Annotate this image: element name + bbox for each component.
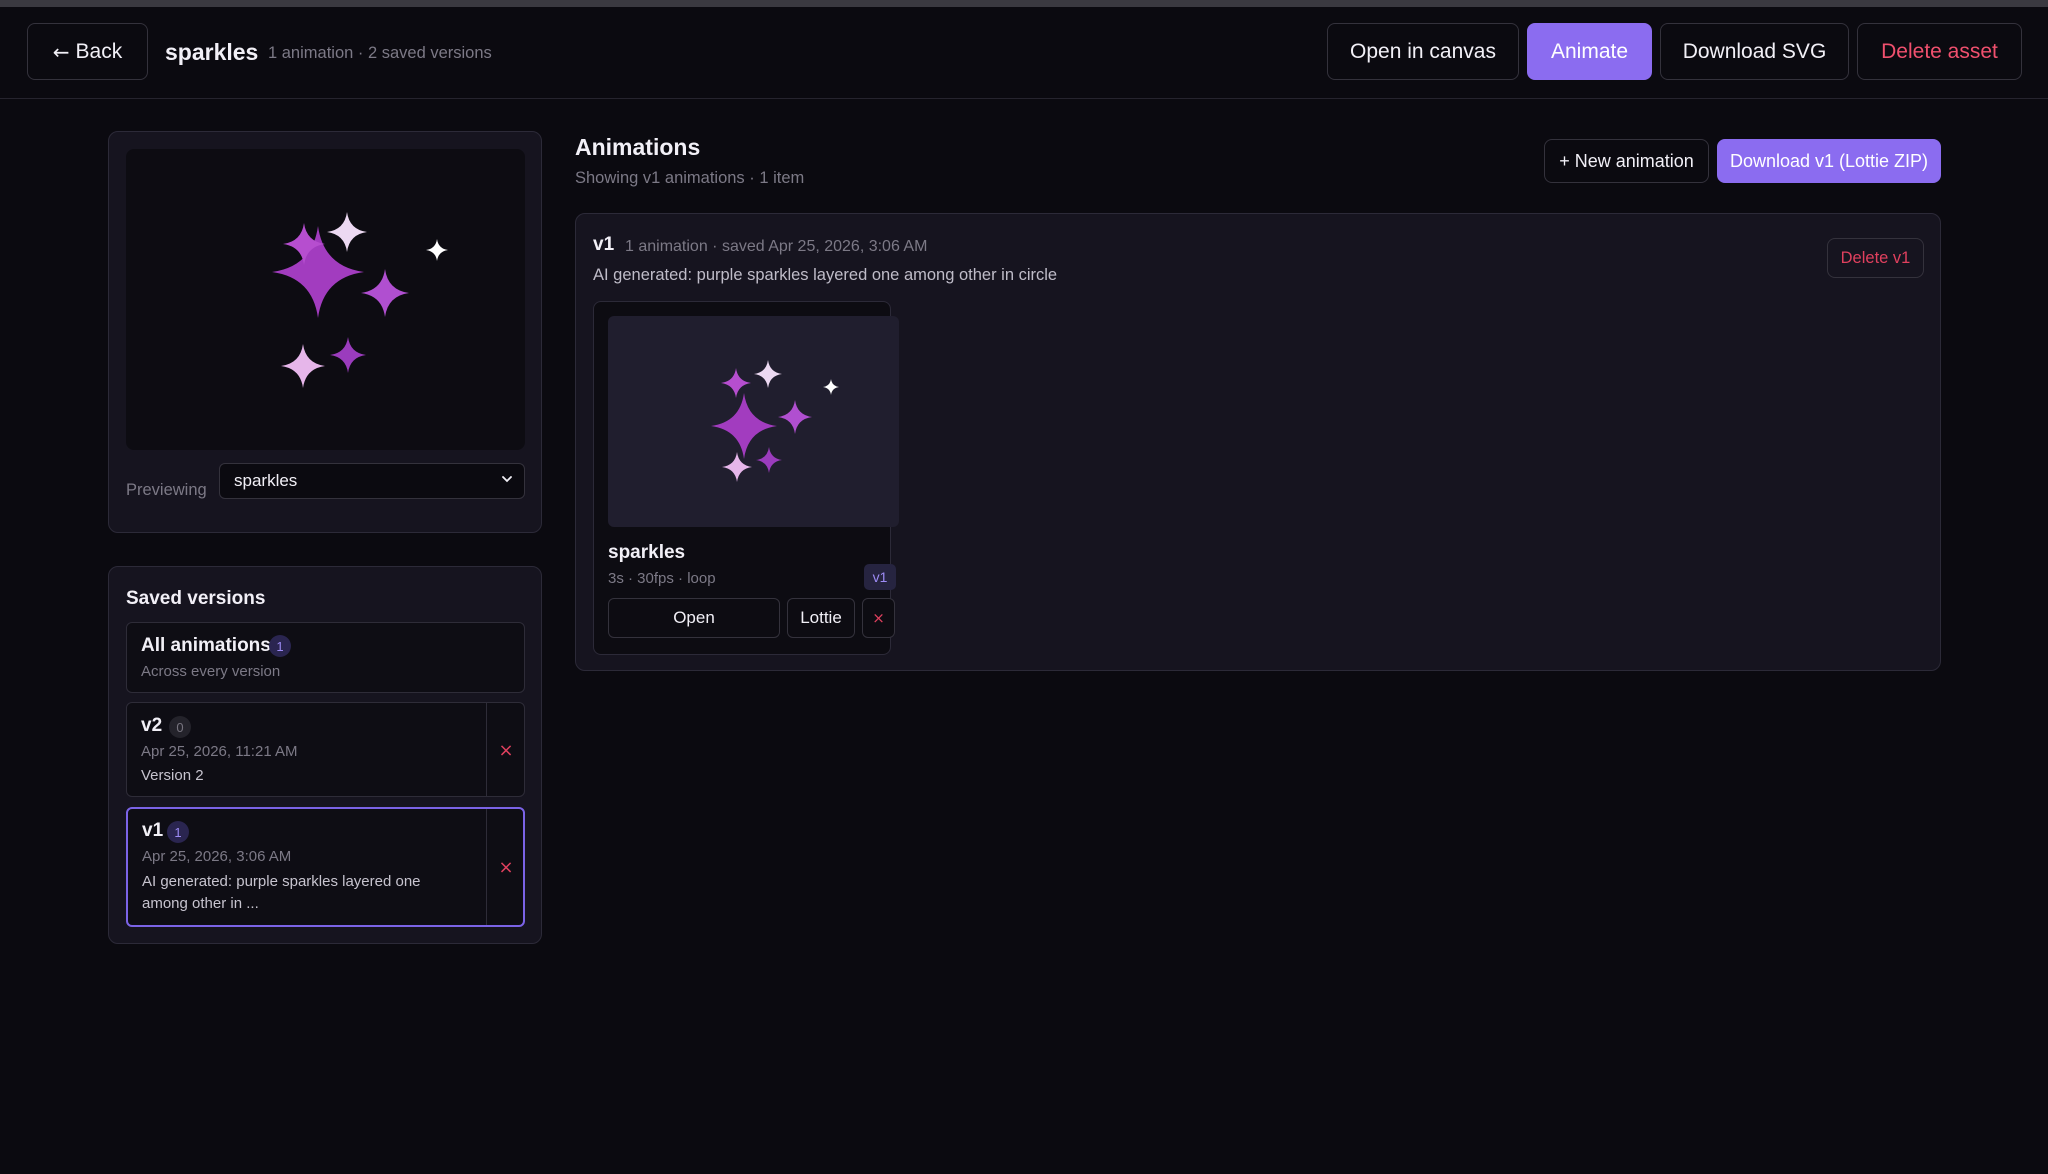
version-group-v1: v1 1 animation · saved Apr 25, 2026, 3:0… <box>575 213 1941 671</box>
animate-button[interactable]: Animate <box>1527 23 1652 80</box>
download-svg-button[interactable]: Download SVG <box>1660 23 1849 80</box>
count-badge: 1 <box>167 821 189 843</box>
group-description: AI generated: purple sparkles layered on… <box>593 266 1058 284</box>
animation-card[interactable]: sparkles 3s · 30fps · loop v1 Open Lotti… <box>593 301 899 655</box>
animation-meta: 3s · 30fps · loop <box>608 570 716 587</box>
chevron-down-icon <box>502 476 512 483</box>
version-date: Apr 25, 2026, 11:21 AM <box>141 743 298 760</box>
new-animation-button[interactable]: + New animation <box>1544 139 1709 183</box>
sparkles-thumbnail-image <box>711 360 839 482</box>
preview-select-value: sparkles <box>234 471 298 490</box>
app-header: ← Back sparkles 1 animation · 2 saved ve… <box>0 7 2048 99</box>
animations-subtitle: Showing v1 animations · 1 item <box>575 169 805 187</box>
lottie-export-button[interactable]: Lottie <box>787 598 855 638</box>
group-meta: 1 animation · saved Apr 25, 2026, 3:06 A… <box>625 238 928 255</box>
previewing-label: Previewing <box>126 481 207 499</box>
version-item-v2[interactable]: v2 0 Apr 25, 2026, 11:21 AM Version 2 × <box>126 702 525 797</box>
version-name: All animations <box>141 635 271 656</box>
close-icon: × <box>498 739 514 761</box>
preview-panel: Previewing sparkles <box>108 131 542 533</box>
count-badge: 0 <box>169 716 191 738</box>
version-description: Version 2 <box>141 767 204 784</box>
saved-versions-panel: Saved versions All animations 1 Across e… <box>108 566 542 944</box>
window-top-strip <box>0 0 2048 7</box>
divider <box>486 703 487 796</box>
open-animation-button[interactable]: Open <box>608 598 780 638</box>
preview-select[interactable]: sparkles <box>219 463 525 499</box>
back-button-label: Back <box>75 39 123 63</box>
preview-canvas <box>126 149 525 450</box>
back-button[interactable]: ← Back <box>27 23 148 80</box>
divider <box>486 809 487 925</box>
group-version-name: v1 <box>593 234 615 255</box>
delete-v1-button[interactable]: Delete v1 <box>1827 238 1924 278</box>
arrow-left-icon: ← <box>52 39 70 64</box>
delete-asset-button[interactable]: Delete asset <box>1857 23 2022 80</box>
sparkles-preview-image <box>272 212 448 388</box>
animations-title: Animations <box>575 134 701 160</box>
download-lottie-zip-button[interactable]: Download v1 (Lottie ZIP) <box>1717 139 1941 183</box>
animation-name: sparkles <box>608 542 686 563</box>
version-description: AI generated: purple sparkles layered on… <box>142 873 421 912</box>
open-in-canvas-button[interactable]: Open in canvas <box>1327 23 1519 80</box>
animation-thumbnail[interactable] <box>608 316 899 527</box>
version-date: Apr 25, 2026, 3:06 AM <box>142 848 292 865</box>
delete-animation-button[interactable]: × <box>862 598 895 638</box>
count-badge: 1 <box>269 635 291 657</box>
version-item-v1[interactable]: v1 1 Apr 25, 2026, 3:06 AM AI generated:… <box>126 807 525 927</box>
version-badge: v1 <box>864 564 896 590</box>
close-icon: × <box>498 856 514 878</box>
asset-meta: 1 animation · 2 saved versions <box>268 44 492 62</box>
version-name: v2 <box>141 715 163 736</box>
version-item-all[interactable]: All animations 1 Across every version <box>126 622 525 693</box>
version-subtitle: Across every version <box>141 663 281 680</box>
saved-versions-title: Saved versions <box>126 588 266 609</box>
version-name: v1 <box>142 820 164 841</box>
asset-title: sparkles <box>165 39 259 65</box>
delete-version-v2-button[interactable]: × <box>488 732 524 768</box>
close-icon: × <box>872 609 885 627</box>
delete-version-v1-button[interactable]: × <box>488 849 524 885</box>
